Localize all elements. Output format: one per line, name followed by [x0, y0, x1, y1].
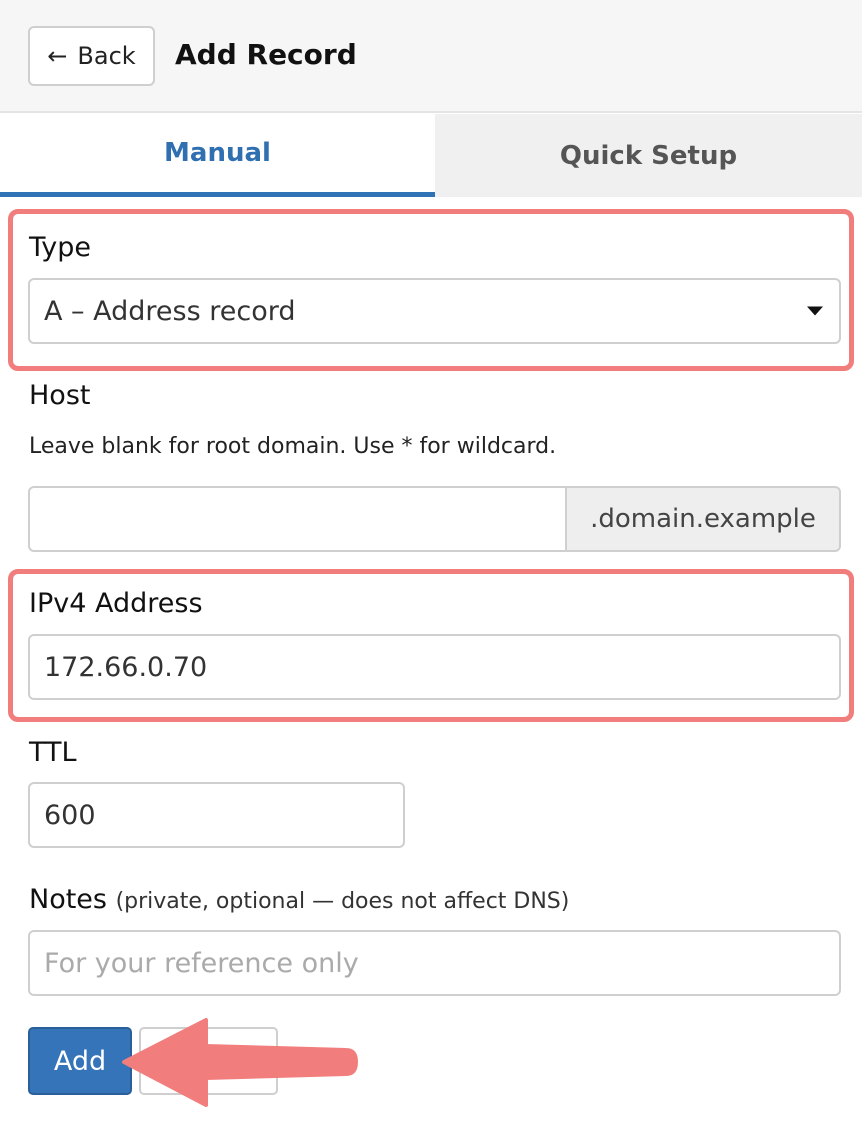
notes-hint: (private, optional — does not affect DNS… [115, 889, 570, 914]
type-label: Type [29, 232, 92, 263]
left-arrow-icon: ← [47, 42, 68, 70]
host-label: Host [29, 380, 91, 411]
host-domain-suffix: .domain.example [565, 486, 841, 552]
ipv4-label: IPv4 Address [29, 588, 203, 619]
back-button-label: Back [77, 42, 136, 70]
add-button[interactable]: Add [28, 1027, 132, 1095]
caret-down-icon [807, 306, 823, 316]
notes-label: Notes (private, optional — does not affe… [29, 884, 569, 915]
ttl-label: TTL [29, 737, 77, 768]
notes-input[interactable]: For your reference only [28, 930, 841, 996]
type-select[interactable]: A – Address record [28, 278, 841, 344]
tab-manual[interactable]: Manual [0, 114, 435, 197]
host-help-text: Leave blank for root domain. Use * for w… [29, 434, 557, 459]
type-select-value: A – Address record [44, 295, 296, 327]
header-bar: ← Back Add Record [0, 0, 862, 113]
page-title: Add Record [175, 38, 357, 71]
pointer-arrow-icon [122, 1018, 358, 1107]
ipv4-input-value: 172.66.0.70 [44, 651, 208, 683]
ttl-input[interactable]: 600 [28, 782, 405, 848]
host-input[interactable] [28, 486, 568, 552]
back-button[interactable]: ← Back [28, 26, 155, 86]
tab-quick-setup[interactable]: Quick Setup [435, 114, 862, 197]
notes-placeholder: For your reference only [44, 947, 359, 979]
ttl-input-value: 600 [44, 799, 96, 831]
ipv4-input[interactable]: 172.66.0.70 [28, 634, 841, 700]
tab-bar: Manual Quick Setup [0, 114, 862, 197]
notes-label-text: Notes [29, 884, 107, 915]
